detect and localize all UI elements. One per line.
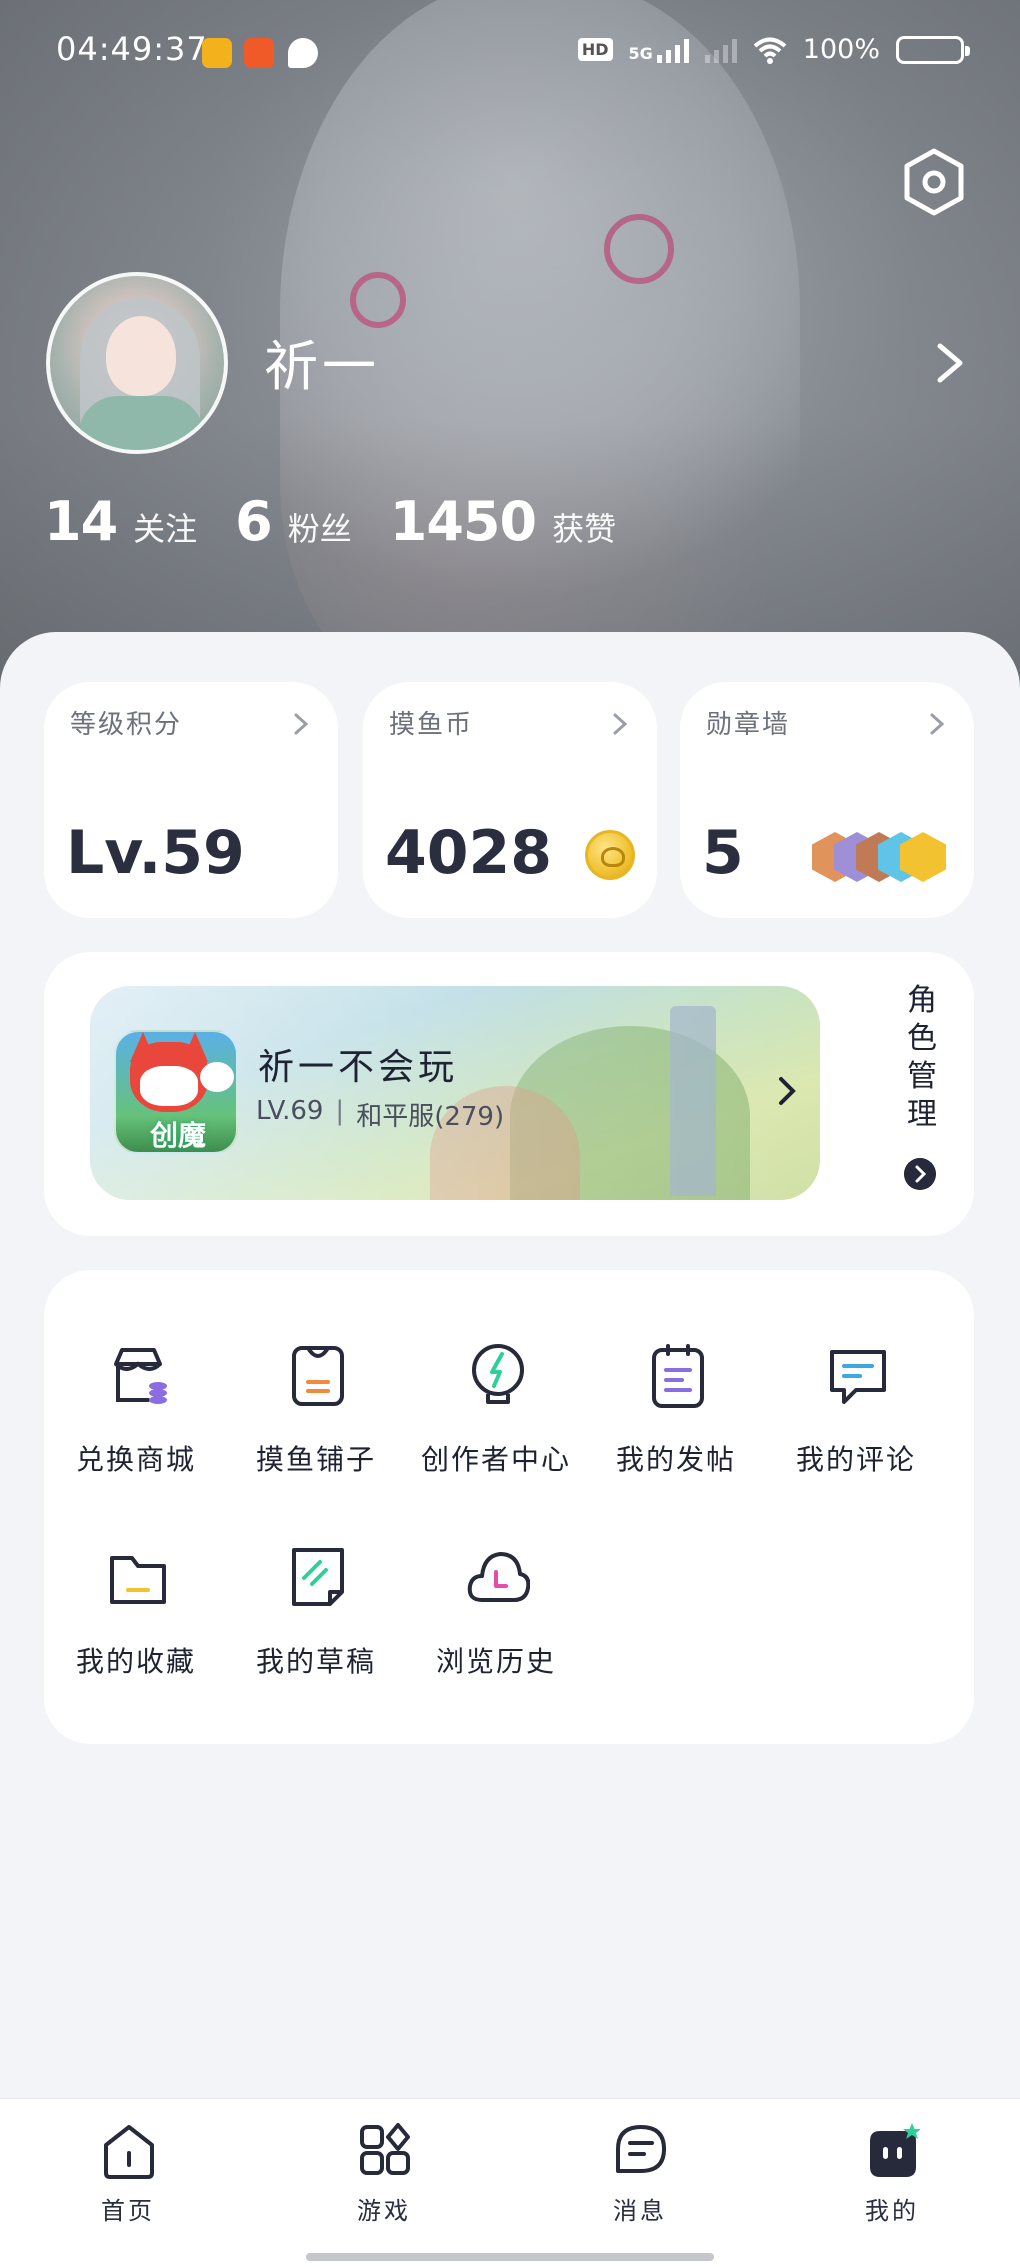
lightbulb-icon bbox=[472, 1344, 524, 1404]
fish-shop-button[interactable]: 摸鱼铺子 bbox=[226, 1342, 406, 1482]
battery-percent: 100% bbox=[802, 34, 880, 65]
profile-stats: 14 关注 6 粉丝 1450 获赞 bbox=[44, 490, 654, 553]
folder-icon bbox=[110, 1556, 166, 1604]
settings-icon[interactable] bbox=[900, 148, 968, 216]
chevron-right-icon bbox=[613, 713, 628, 735]
function-grid: 兑换商城 摸鱼铺子 创作者中心 我的发帖 我的评论 我的收藏 我的草稿 浏览历史 bbox=[44, 1270, 974, 1744]
game-role-banner[interactable]: 创魔 祈一不会玩 LV.69 | 和平服(279) bbox=[90, 986, 820, 1200]
card-title: 摸鱼币 bbox=[389, 710, 474, 740]
role-level: LV.69 bbox=[256, 1096, 324, 1126]
chevron-right-icon bbox=[779, 1077, 796, 1105]
card-title: 等级积分 bbox=[70, 710, 183, 740]
draft-icon bbox=[292, 1548, 344, 1606]
coin-icon bbox=[585, 830, 635, 880]
tab-label: 游戏 bbox=[357, 2197, 411, 2225]
tab-label: 我的 bbox=[865, 2197, 919, 2225]
medal-wall-card[interactable]: 勋章墙 5 bbox=[680, 682, 974, 918]
chevron-right-icon[interactable] bbox=[930, 338, 970, 388]
followers-label[interactable]: 粉丝 bbox=[288, 504, 352, 550]
function-label: 摸鱼铺子 bbox=[255, 1443, 376, 1476]
5g-signal-icon: 5G bbox=[628, 43, 653, 63]
my-posts-button[interactable]: 我的发帖 bbox=[586, 1342, 766, 1482]
message-icon bbox=[616, 2125, 666, 2173]
role-manage-button[interactable]: 角 色 管 理 bbox=[902, 982, 942, 1134]
likes-label: 获赞 bbox=[552, 510, 617, 548]
card-title: 勋章墙 bbox=[706, 710, 791, 740]
app-orange-icon bbox=[244, 38, 274, 68]
signal-icon bbox=[656, 37, 689, 63]
function-label: 我的评论 bbox=[795, 1443, 916, 1476]
history-cloud-icon bbox=[467, 1552, 530, 1602]
fish-coin-card[interactable]: 摸鱼币 4028 bbox=[363, 682, 657, 918]
signal-icon bbox=[704, 37, 737, 63]
browse-history-button[interactable]: 浏览历史 bbox=[406, 1544, 586, 1684]
battery-icon bbox=[896, 35, 970, 64]
function-label: 兑换商城 bbox=[75, 1443, 196, 1476]
avatar[interactable] bbox=[46, 272, 228, 454]
profile-face-icon bbox=[870, 2123, 920, 2177]
following-label[interactable]: 关注 bbox=[133, 504, 197, 550]
level-points-card[interactable]: 等级积分 Lv.59 bbox=[44, 682, 338, 918]
bottom-navigation: 首页 游戏 消息 我的 bbox=[0, 2098, 1020, 2267]
tab-label: 首页 bbox=[101, 2197, 155, 2225]
store-icon bbox=[114, 1348, 167, 1404]
tab-games[interactable]: 游戏 bbox=[314, 2123, 454, 2233]
game-logo-text: 创魔 bbox=[149, 1119, 206, 1152]
function-label: 我的发帖 bbox=[615, 1443, 736, 1476]
my-drafts-button[interactable]: 我的草稿 bbox=[226, 1544, 406, 1684]
chevron-right-icon bbox=[930, 713, 945, 735]
chevron-right-circle-icon[interactable] bbox=[904, 1158, 936, 1190]
home-indicator[interactable] bbox=[306, 2253, 714, 2261]
role-server: 和平服(279) bbox=[356, 1102, 505, 1132]
wifi-icon bbox=[753, 37, 787, 64]
profile-name[interactable]: 祈一 bbox=[264, 322, 380, 401]
medal-count: 5 bbox=[702, 818, 744, 888]
function-label: 我的草稿 bbox=[255, 1645, 376, 1678]
separator: | bbox=[335, 1096, 345, 1126]
function-label: 浏览历史 bbox=[435, 1645, 556, 1678]
function-label: 创作者中心 bbox=[420, 1443, 571, 1476]
status-bar: 04:49:37 HD 5G 100% bbox=[0, 0, 1020, 100]
app-a-icon bbox=[202, 38, 232, 68]
my-comments-button[interactable]: 我的评论 bbox=[766, 1342, 946, 1482]
home-icon bbox=[104, 2125, 154, 2179]
hd-icon: HD bbox=[577, 38, 613, 61]
chat-bubble-icon bbox=[288, 38, 318, 68]
tab-home[interactable]: 首页 bbox=[58, 2123, 198, 2233]
game-logo-icon: 创魔 bbox=[114, 1030, 238, 1154]
role-details: LV.69 | 和平服(279) bbox=[256, 1096, 504, 1133]
followers-count[interactable]: 6 bbox=[235, 490, 273, 553]
tab-label: 消息 bbox=[613, 2197, 667, 2225]
level-value: Lv.59 bbox=[66, 818, 245, 888]
likes-count: 1450 bbox=[389, 490, 537, 553]
status-time: 04:49:37 bbox=[56, 30, 208, 68]
role-name: 祈一不会玩 bbox=[258, 1047, 459, 1088]
tab-profile[interactable]: 我的 bbox=[822, 2123, 962, 2233]
following-count[interactable]: 14 bbox=[44, 490, 118, 553]
chevron-right-icon bbox=[294, 713, 309, 735]
creator-center-button[interactable]: 创作者中心 bbox=[406, 1342, 586, 1482]
game-role-card: 创魔 祈一不会玩 LV.69 | 和平服(279) 角 色 管 理 bbox=[44, 952, 974, 1236]
function-label: 我的收藏 bbox=[75, 1645, 196, 1678]
coin-value: 4028 bbox=[385, 818, 552, 888]
profile-content-sheet: 等级积分 Lv.59 摸鱼币 4028 勋章墙 5 创魔 祈一不会玩 LV.69… bbox=[0, 632, 1020, 2102]
clipboard-icon bbox=[652, 1344, 704, 1408]
tab-messages[interactable]: 消息 bbox=[570, 2123, 710, 2233]
games-icon bbox=[360, 2123, 410, 2175]
medal-icons bbox=[812, 832, 952, 882]
shop-bag-icon bbox=[292, 1346, 344, 1406]
exchange-store-button[interactable]: 兑换商城 bbox=[46, 1342, 226, 1482]
my-favorites-button[interactable]: 我的收藏 bbox=[46, 1544, 226, 1684]
comment-icon bbox=[830, 1350, 886, 1404]
